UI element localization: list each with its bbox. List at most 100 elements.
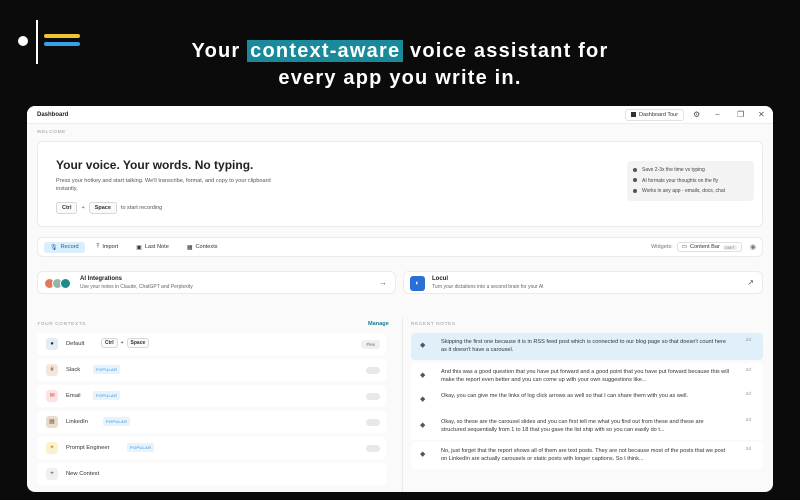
mail-icon: ✉ xyxy=(46,390,58,402)
last-note-button[interactable]: ▣ Last Note xyxy=(130,242,175,253)
dashboard-tour-button[interactable]: Dashboard Tour xyxy=(625,109,685,121)
welcome-label: WELCOME xyxy=(37,130,66,135)
benefit-item: AI formats your thoughts on the fly xyxy=(633,176,748,187)
note-item[interactable]: ◆ And this was a good question that you … xyxy=(411,363,763,390)
hero-post: voice assistant for xyxy=(403,40,609,62)
close-button[interactable]: ✕ xyxy=(758,110,765,120)
benefits-box: Save 2-3x the time vs typing AI formats … xyxy=(627,161,754,201)
benefit-text: AI formats your thoughts on the fly xyxy=(642,177,719,184)
context-name: Email xyxy=(66,393,81,399)
new-context-label: New Context xyxy=(66,471,100,477)
context-toggle[interactable] xyxy=(366,445,380,452)
record-label: Record xyxy=(60,244,79,250)
import-label: Import xyxy=(102,244,119,250)
window-title: Dashboard xyxy=(37,112,69,118)
upload-icon: ⤒ xyxy=(96,243,100,250)
locul-card[interactable]: ◐ Locul Turn your dictations into a seco… xyxy=(403,271,763,294)
hero-line2: every app you write in. xyxy=(278,67,522,89)
bug-icon[interactable]: ⚙ xyxy=(693,110,700,120)
note-icon: ▣ xyxy=(136,244,142,251)
note-item[interactable]: ◆ Okay, so these are the carousel slides… xyxy=(411,413,763,440)
mic-icon: 🎙 xyxy=(50,244,58,251)
popular-badge: POPULAR xyxy=(93,365,121,374)
book-icon xyxy=(631,112,636,118)
pin-icon: ◆ xyxy=(420,422,426,429)
content-bar-widget[interactable]: ▭ Content Bar OMIT xyxy=(676,242,742,252)
widget-icon: ▭ xyxy=(681,244,688,250)
pin-icon: ◆ xyxy=(420,342,426,349)
arrow-right-icon: → xyxy=(379,278,387,287)
locul-subtitle: Turn your dictations into a second brain… xyxy=(432,284,544,290)
mode-tag[interactable]: Flex xyxy=(361,340,380,349)
note-text: And this was a good question that you ha… xyxy=(441,369,729,384)
context-prompt-engineer[interactable]: ✦ Prompt Engineer POPULAR xyxy=(37,437,386,459)
context-slack[interactable]: # Slack POPULAR xyxy=(37,359,386,381)
pin-icon: ● xyxy=(46,338,58,350)
context-name: Slack xyxy=(66,367,81,373)
external-link-icon: ↗ xyxy=(747,278,754,287)
ai-integrations-card[interactable]: AI Integrations Use your notes in Claude… xyxy=(37,271,396,294)
app-window: Dashboard Dashboard Tour ⚙ − ❐ ✕ WELCOME… xyxy=(27,106,773,492)
new-context-button[interactable]: + New Context xyxy=(37,463,386,485)
welcome-title: Your voice. Your words. No typing. xyxy=(56,158,254,172)
note-item[interactable]: ◆ Okay, you can give me the links of log… xyxy=(411,387,763,414)
key-space: Space xyxy=(126,338,150,348)
content-bar-badge: OMIT xyxy=(722,244,737,250)
benefit-item: Save 2-3x the time vs typing xyxy=(633,165,748,176)
popular-badge: POPULAR xyxy=(127,443,155,452)
note-item[interactable]: ◆ No, just forget that the report shows … xyxy=(411,442,763,469)
welcome-description: Press your hotkey and start talking. We'… xyxy=(56,178,271,192)
context-toggle[interactable] xyxy=(366,393,380,400)
popular-badge: POPULAR xyxy=(93,391,121,400)
note-text: Okay, so these are the carousel slides a… xyxy=(441,419,704,434)
widgets-group: Widgets: ▭ Content Bar OMIT ◉ xyxy=(651,242,756,252)
title-bar: Dashboard Dashboard Tour ⚙ − ❐ ✕ xyxy=(27,106,773,124)
context-email[interactable]: ✉ Email POPULAR xyxy=(37,385,386,407)
manage-contexts-link[interactable]: Manage xyxy=(368,321,389,327)
context-toggle[interactable] xyxy=(366,367,380,374)
note-text: Okay, you can give me the links of log c… xyxy=(441,393,689,399)
grid-icon: ▦ xyxy=(186,244,193,251)
note-item[interactable]: ◆ Skipping the first one because it is i… xyxy=(411,333,763,360)
contexts-button[interactable]: ▦ Contexts xyxy=(181,242,224,253)
contexts-label: Contexts xyxy=(195,244,218,250)
welcome-card: Your voice. Your words. No typing. Press… xyxy=(37,141,763,227)
last-note-label: Last Note xyxy=(144,244,169,250)
context-default[interactable]: ● Default Ctrl + Space Flex xyxy=(37,333,386,355)
key-ctrl: Ctrl xyxy=(56,202,78,214)
contexts-label: YOUR CONTEXTS xyxy=(37,322,87,327)
note-time: 2d xyxy=(745,447,751,452)
benefit-text: Works in any app - emails, docs, chat xyxy=(642,188,725,194)
ai-integrations-title: AI Integrations xyxy=(80,276,123,282)
key-ctrl: Ctrl xyxy=(101,338,118,348)
locul-title: Locul xyxy=(432,276,448,282)
context-name: Prompt Engineer xyxy=(66,445,110,451)
clock-icon xyxy=(633,167,637,172)
hero-headline: Your context-aware voice assistant for e… xyxy=(0,38,800,92)
context-toggle[interactable] xyxy=(366,419,380,426)
note-text: No, just forget that the report shows al… xyxy=(441,448,726,463)
benefit-item: Works in any app - emails, docs, chat xyxy=(633,186,748,197)
plus-icon: + xyxy=(46,468,58,480)
note-time: 2d xyxy=(745,368,751,373)
briefcase-icon: ▤ xyxy=(46,416,58,428)
context-name: Default xyxy=(66,341,85,347)
import-button[interactable]: ⤒ Import xyxy=(91,242,125,253)
pin-icon: ◆ xyxy=(420,396,426,403)
column-divider xyxy=(402,318,403,492)
tour-label: Dashboard Tour xyxy=(639,112,679,118)
ai-integrations-subtitle: Use your notes in Claude, ChatGPT and Pe… xyxy=(80,284,193,290)
popular-badge: POPULAR xyxy=(103,417,131,426)
pin-icon: ◆ xyxy=(420,372,426,379)
note-text: Skipping the first one because it is in … xyxy=(441,339,726,354)
locul-logo-icon: ◐ xyxy=(410,276,425,291)
hotkey-text: to start recording xyxy=(120,205,163,211)
maximize-button[interactable]: ❐ xyxy=(737,110,744,120)
integration-avatars xyxy=(44,278,71,289)
record-button[interactable]: 🎙 Record xyxy=(44,241,85,253)
hotkey-hint: Ctrl + Space to start recording xyxy=(56,202,162,214)
hero-pre: Your xyxy=(191,40,248,62)
eye-icon[interactable]: ◉ xyxy=(750,243,756,251)
context-linkedin[interactable]: ▤ LinkedIn POPULAR xyxy=(37,411,386,433)
minimize-button[interactable]: − xyxy=(715,110,720,120)
